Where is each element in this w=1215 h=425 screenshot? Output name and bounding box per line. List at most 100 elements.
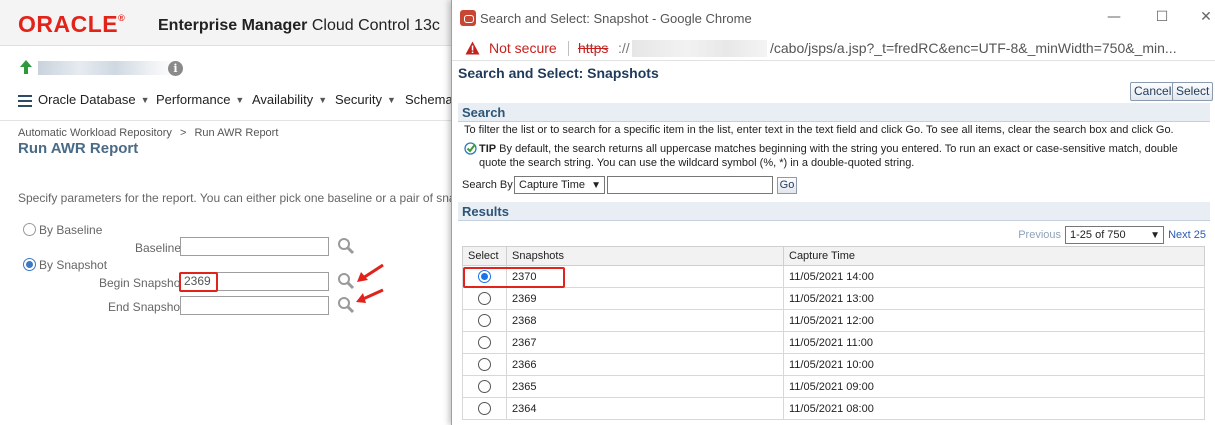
capture-time-cell: 11/05/2021 12:00: [783, 309, 1205, 332]
end-snapshot-label: End Snapshot: [108, 300, 184, 314]
checkmark-icon: [464, 142, 477, 155]
table-row[interactable]: 2367 11/05/2021 11:00: [462, 331, 1205, 354]
end-snapshot-input[interactable]: [180, 296, 329, 315]
chevron-down-icon: ▼: [1150, 230, 1160, 241]
by-snapshot-radio[interactable]: [23, 258, 36, 271]
table-row[interactable]: 2369 11/05/2021 13:00: [462, 287, 1205, 310]
begin-snapshot-label: Begin Snapshot: [99, 276, 184, 290]
cancel-button[interactable]: Cancel: [1130, 82, 1176, 101]
chevron-down-icon: ▼: [386, 95, 396, 105]
breadcrumb-link-awr[interactable]: Automatic Workload Repository: [18, 127, 172, 139]
product-name-bold: Enterprise Manager: [158, 17, 308, 34]
close-icon[interactable]: ✕: [1197, 8, 1215, 26]
row-select-cell: [462, 353, 507, 376]
baseline-input[interactable]: [180, 237, 329, 256]
row-select-radio[interactable]: [478, 402, 491, 415]
row-select-cell: [462, 397, 507, 420]
search-by-value: Capture Time: [519, 179, 586, 191]
menu-schema[interactable]: Schema: [405, 92, 453, 107]
column-header-select: Select: [462, 246, 507, 266]
baseline-label: Baseline: [135, 241, 182, 255]
range-value: 1-25 of 750: [1070, 229, 1126, 241]
capture-time-cell: 11/05/2021 14:00: [783, 265, 1205, 288]
chevron-down-icon: ▼: [235, 95, 245, 105]
search-input[interactable]: [607, 176, 773, 194]
search-by-select[interactable]: Capture Time ▼: [514, 176, 605, 194]
row-select-cell: [462, 309, 507, 332]
table-header-row: Select Snapshots Capture Time: [462, 246, 1205, 266]
menu-availability[interactable]: Availability ▼: [252, 92, 327, 107]
row-select-radio[interactable]: [478, 292, 491, 305]
next-link[interactable]: Next 25: [1168, 229, 1206, 241]
maximize-icon[interactable]: ☐: [1153, 8, 1171, 26]
capture-time-cell: 11/05/2021 11:00: [783, 331, 1205, 354]
search-icon[interactable]: [337, 237, 355, 255]
search-icon[interactable]: [337, 296, 355, 314]
hamburger-icon: [18, 94, 32, 107]
chevron-down-icon: ▼: [140, 95, 150, 105]
menu-label: Performance: [156, 92, 231, 107]
results-table: Select Snapshots Capture Time 2370 11/05/…: [462, 246, 1205, 420]
row-select-cell: [462, 375, 507, 398]
snapshot-id-cell: 2366: [506, 353, 784, 376]
breadcrumb-separator: >: [179, 127, 187, 139]
instructions-text: Specify parameters for the report. You c…: [18, 191, 491, 205]
table-row[interactable]: 2364 11/05/2021 08:00: [462, 397, 1205, 420]
search-icon[interactable]: [337, 272, 355, 290]
row-select-radio[interactable]: [478, 336, 491, 349]
table-row[interactable]: 2368 11/05/2021 12:00: [462, 309, 1205, 332]
window-titlebar[interactable]: Search and Select: Snapshot - Google Chr…: [452, 0, 1215, 37]
menu-performance[interactable]: Performance ▼: [156, 92, 244, 107]
row-select-radio[interactable]: [478, 314, 491, 327]
info-icon[interactable]: i: [168, 61, 183, 76]
column-header-snapshots[interactable]: Snapshots: [506, 246, 784, 266]
results-section-heading: Results: [458, 202, 1210, 221]
not-secure-label[interactable]: Not secure: [489, 40, 557, 56]
menu-oracle-database[interactable]: Oracle Database ▼: [18, 92, 149, 107]
page-title: Run AWR Report: [18, 140, 139, 157]
by-baseline-radio[interactable]: [23, 223, 36, 236]
target-name-redacted[interactable]: [38, 61, 178, 75]
popup-content: Search and Select: Snapshots Cancel Sele…: [452, 61, 1215, 425]
url-host-redacted: [632, 40, 767, 57]
menu-label: Schema: [405, 92, 453, 107]
chevron-down-icon: ▼: [591, 180, 601, 191]
product-name: Enterprise Manager Cloud Control 13c: [158, 17, 440, 35]
snapshot-id-cell: 2364: [506, 397, 784, 420]
previous-link[interactable]: Previous: [1018, 229, 1061, 241]
table-row[interactable]: 2365 11/05/2021 09:00: [462, 375, 1205, 398]
annotation-highlight-box: [179, 272, 218, 292]
address-divider: [568, 41, 569, 56]
oracle-logo[interactable]: ORACLE®: [18, 11, 125, 38]
menu-label: Oracle Database: [38, 92, 136, 107]
product-name-rest: Cloud Control 13c: [307, 17, 440, 34]
tip-body: By default, the search returns all upper…: [479, 143, 1178, 169]
column-header-capture-time[interactable]: Capture Time: [783, 246, 1205, 266]
select-button[interactable]: Select: [1172, 82, 1214, 101]
address-bar[interactable]: Not secure https :// /cabo/jsps/a.jsp?_t…: [452, 37, 1215, 61]
minimize-icon[interactable]: —: [1105, 8, 1123, 26]
chevron-down-icon: ▼: [318, 95, 328, 105]
popup-title: Search and Select: Snapshots: [458, 65, 659, 81]
row-select-radio[interactable]: [478, 358, 491, 371]
window-title: Search and Select: Snapshot - Google Chr…: [480, 11, 752, 26]
oracle-logo-text: ORACLE: [18, 11, 119, 37]
row-select-cell: [462, 331, 507, 354]
capture-time-cell: 11/05/2021 08:00: [783, 397, 1205, 420]
breadcrumb-current: Run AWR Report: [194, 127, 279, 139]
annotation-highlight-box: [463, 267, 565, 288]
table-row[interactable]: 2366 11/05/2021 10:00: [462, 353, 1205, 376]
row-select-cell: [462, 287, 507, 310]
snapshot-id-cell: 2365: [506, 375, 784, 398]
capture-time-cell: 11/05/2021 09:00: [783, 375, 1205, 398]
by-snapshot-label: By Snapshot: [39, 258, 108, 272]
tip-label: TIP: [479, 143, 497, 155]
menu-security[interactable]: Security ▼: [335, 92, 396, 107]
range-select[interactable]: 1-25 of 750 ▼: [1065, 226, 1164, 244]
go-button[interactable]: Go: [777, 177, 797, 194]
popup-window: Search and Select: Snapshot - Google Chr…: [451, 0, 1215, 425]
snapshot-id-cell: 2369: [506, 287, 784, 310]
row-select-radio[interactable]: [478, 380, 491, 393]
table-row[interactable]: 2370 11/05/2021 14:00: [462, 265, 1205, 288]
url-path: /cabo/jsps/a.jsp?_t=fredRC&enc=UTF-8&_mi…: [770, 40, 1177, 56]
